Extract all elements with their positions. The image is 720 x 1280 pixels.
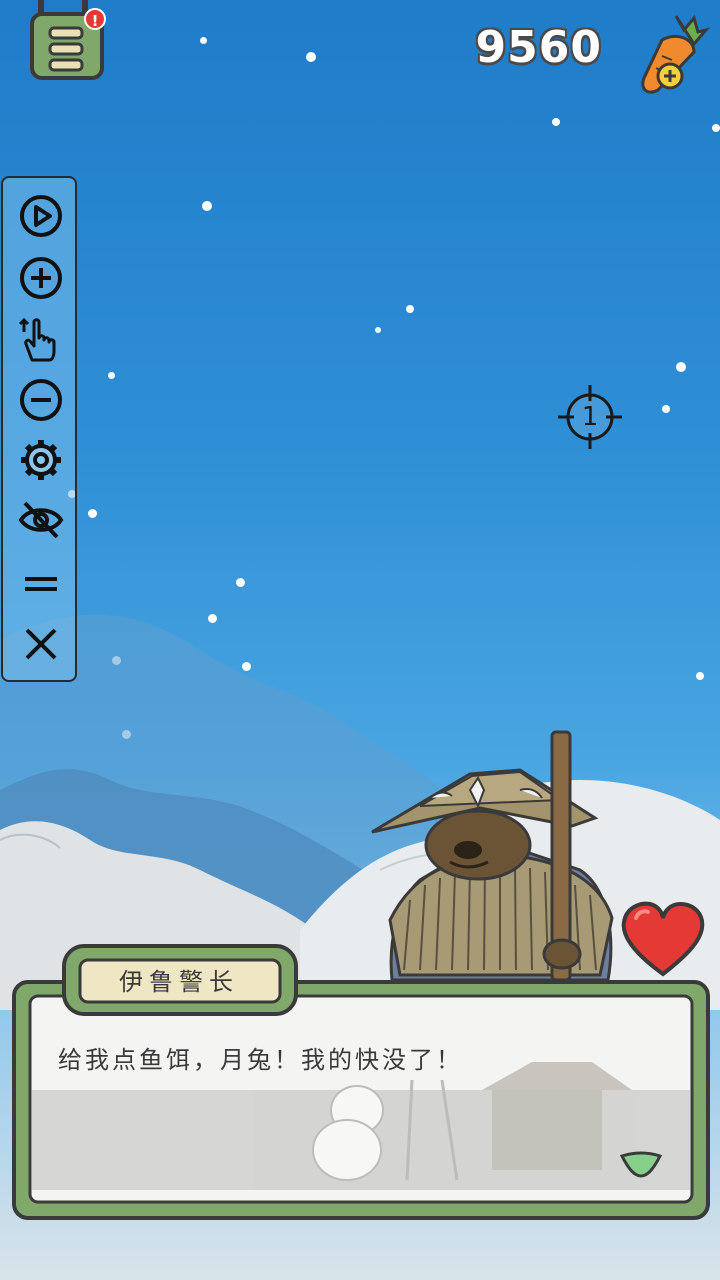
continue-button[interactable] (618, 1150, 664, 1180)
tool-panel (1, 176, 77, 682)
zoom-in-icon (20, 257, 62, 299)
carrot-plus-button[interactable] (632, 10, 712, 96)
carrot-count: 9560 (475, 22, 602, 73)
backpack-button[interactable]: ! (28, 0, 106, 84)
play-button[interactable] (15, 190, 67, 242)
hide-ui-button[interactable] (15, 494, 67, 546)
settings-button[interactable] (15, 434, 67, 486)
heart-icon (621, 901, 705, 977)
speaker-name: 伊鲁警长 (119, 968, 239, 996)
drag-handle-icon (25, 577, 57, 591)
zoom-in-button[interactable] (15, 252, 67, 304)
gear-icon (21, 440, 61, 480)
play-icon (20, 195, 62, 237)
dialog-text: 给我点鱼饵，月兔！我的快没了！ (58, 1046, 463, 1074)
tap-gesture-icon (18, 317, 56, 362)
game-scene[interactable]: ! 9560 1 给我点鱼饵，月兔！我的快没了！ 伊鲁警长 (0, 0, 720, 1280)
eye-off-icon (18, 501, 64, 539)
zoom-out-icon (20, 379, 62, 421)
chevron-down-icon (619, 1151, 663, 1178)
alert-badge: ! (84, 8, 106, 30)
drag-handle[interactable] (15, 558, 67, 610)
carrot-plus-icon (641, 14, 711, 94)
close-button[interactable] (15, 618, 67, 670)
crosshair-number: 1 (581, 402, 599, 432)
tap-gesture-button[interactable] (15, 312, 67, 364)
affection-heart[interactable] (620, 900, 706, 978)
crosshair-target[interactable]: 1 (556, 383, 624, 451)
zoom-out-button[interactable] (15, 374, 67, 426)
close-icon (25, 628, 57, 660)
